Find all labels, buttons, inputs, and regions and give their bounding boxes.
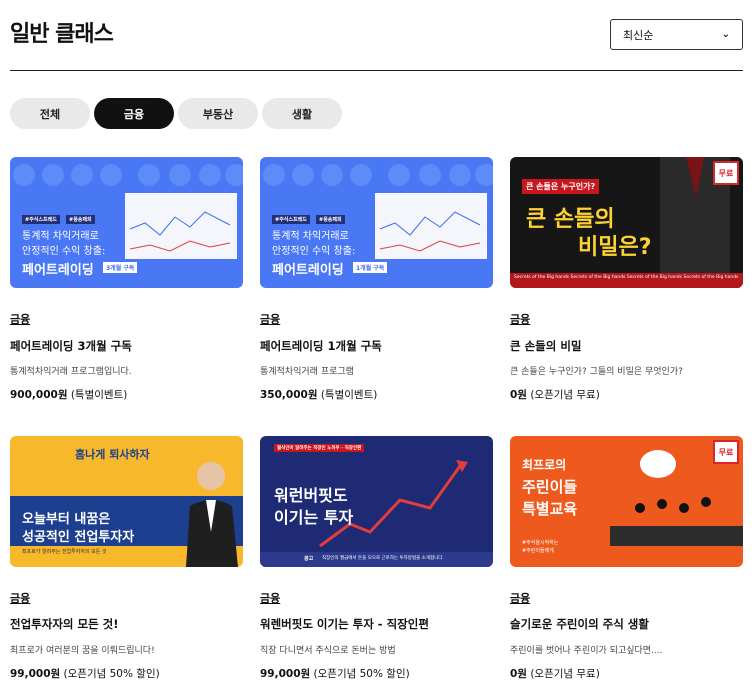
chevron-down-icon: ⌄ <box>721 29 730 40</box>
thumb-pill: 월식인이 알려주는 직장인 노하우 - 직장인편 <box>274 444 365 452</box>
card-title[interactable]: 슬기로운 주린이의 주식 생활 <box>510 616 649 632</box>
thumb-headline: 오늘부터 내꿈은 <box>22 512 111 527</box>
thumb-headline: 성공적인 전업투자자 <box>22 530 135 545</box>
price-value: 99,000원 <box>260 668 311 680</box>
card-title[interactable]: 워렌버핏도 이기는 투자 - 직장인편 <box>260 616 429 632</box>
class-card[interactable]: 월식인이 알려주는 직장인 노하우 - 직장인편 워런버핏도 이기는 투자 광고… <box>260 436 493 567</box>
thumb-badge: 3개월 구독 <box>103 262 138 273</box>
class-card[interactable]: #주식스프레드 #몽송패희 통계적 차익거래로 안정적인 수익 창출: 페어트레… <box>10 157 243 288</box>
thumb-tag: #주식을시작하는 <box>522 540 559 546</box>
class-card[interactable]: #주식스프레드 #몽송패희 통계적 차익거래로 안정적인 수익 창출: 페어트레… <box>260 157 493 288</box>
card-description: 통계적차익거래 프로그램 <box>260 367 354 377</box>
price-value: 900,000원 <box>10 389 68 401</box>
thumb-headline: 워런버핏도 <box>274 486 348 505</box>
price-note: (오픈기념 무료) <box>530 668 600 680</box>
free-badge: 무료 <box>713 161 739 185</box>
card-category[interactable]: 금융 <box>510 590 530 606</box>
class-card[interactable]: 큰 손들은 누구인가? 큰 손들의 비밀은? Secrets of the Bi… <box>510 157 743 288</box>
class-card[interactable]: 홈나게 퇴사하자 오늘부터 내꿈은 성공적인 전업투자자 최프로가 알려주는 전… <box>10 436 243 567</box>
thumb-badge: 1개월 구독 <box>353 262 388 273</box>
card-category[interactable]: 금융 <box>260 590 280 606</box>
thumb-top: 홈나게 퇴사하자 <box>75 448 150 461</box>
card-description: 직장 다니면서 주식으로 돈버는 방법 <box>260 646 396 656</box>
card-description: 최프로가 여러분의 꿈을 이뤄드립니다! <box>10 646 155 656</box>
class-thumbnail[interactable]: 홈나게 퇴사하자 오늘부터 내꿈은 성공적인 전업투자자 최프로가 알려주는 전… <box>10 436 243 567</box>
class-thumbnail[interactable]: #주식스프레드 #몽송패희 통계적 차익거래로 안정적인 수익 창출: 페어트레… <box>260 157 493 288</box>
thumb-headline: 최프로의 <box>522 458 567 472</box>
thumb-footer: 직장인의 월급에서 돈을 모으로 근로하는 투자방법을 소개합니다. <box>322 556 444 561</box>
price-value: 350,000원 <box>260 389 318 401</box>
category-tabs: 전체 금융 부동산 생활 <box>10 98 342 129</box>
price-value: 0원 <box>510 668 527 680</box>
class-card[interactable]: 최프로의 주린이들 특별교육 #주식을시작하는 #주린이들에게 무료 <box>510 436 743 567</box>
card-price: 0원 (오픈기념 무료) <box>510 387 600 402</box>
thumb-line: 안정적인 수익 창출: <box>272 246 356 257</box>
card-category[interactable]: 금융 <box>10 590 30 606</box>
card-title[interactable]: 페어트레이딩 3개월 구독 <box>10 338 132 354</box>
card-category[interactable]: 금융 <box>260 311 280 327</box>
card-description: 주린이를 벗어나 주린이가 되고싶다면.... <box>510 646 663 656</box>
thumb-headline: 이기는 투자 <box>274 508 354 527</box>
class-thumbnail[interactable]: 월식인이 알려주는 직장인 노하우 - 직장인편 워런버핏도 이기는 투자 광고… <box>260 436 493 567</box>
price-value: 0원 <box>510 389 527 401</box>
page-title: 일반 클래스 <box>10 22 114 47</box>
thumb-footer: Secrets of the Big hands Secrets of the … <box>514 275 739 280</box>
card-title[interactable]: 페어트레이딩 1개월 구독 <box>260 338 382 354</box>
thumb-headline: 주린이들 <box>522 478 578 496</box>
price-value: 99,000원 <box>10 668 61 680</box>
tab-life[interactable]: 생활 <box>262 98 342 129</box>
card-description: 큰 손들은 누구인가? 그들의 비밀은 무엇인가? <box>510 367 683 377</box>
thumb-headline: 비밀은? <box>578 235 652 260</box>
thumb-line: 통계적 차익거래로 <box>22 231 99 242</box>
thumb-footer: 최프로가 알려주는 전업투자자의 모든 것 <box>22 549 107 555</box>
price-note: (오픈기념 무료) <box>530 389 600 401</box>
card-category[interactable]: 금융 <box>10 311 30 327</box>
card-price: 99,000원 (오픈기념 50% 할인) <box>260 666 410 681</box>
tab-finance[interactable]: 금융 <box>94 98 174 129</box>
thumb-tag: #주린이들에게 <box>522 548 554 554</box>
thumb-tag: #주식스프레드 <box>272 215 310 224</box>
thumb-headline: 페어트레이딩 <box>22 263 94 278</box>
class-thumbnail[interactable]: 큰 손들은 누구인가? 큰 손들의 비밀은? Secrets of the Bi… <box>510 157 743 288</box>
card-price: 350,000원 (특별이벤트) <box>260 387 377 402</box>
thumb-tag: #주식스프레드 <box>22 215 60 224</box>
thumb-line: 안정적인 수익 창출: <box>22 246 106 257</box>
class-thumbnail[interactable]: #주식스프레드 #몽송패희 통계적 차익거래로 안정적인 수익 창출: 페어트레… <box>10 157 243 288</box>
header-divider <box>10 70 743 71</box>
price-note: (오픈기념 50% 할인) <box>63 668 160 680</box>
card-price: 900,000원 (특별이벤트) <box>10 387 127 402</box>
thumb-tag: #몽송패희 <box>316 215 345 224</box>
thumb-line: 통계적 차익거래로 <box>272 231 349 242</box>
thumb-headline: 페어트레이딩 <box>272 263 344 278</box>
card-title[interactable]: 전업투자자의 모든 것! <box>10 616 118 632</box>
price-note: (특별이벤트) <box>320 389 378 401</box>
card-title[interactable]: 큰 손들의 비밀 <box>510 338 582 354</box>
tab-all[interactable]: 전체 <box>10 98 90 129</box>
tab-real-estate[interactable]: 부동산 <box>178 98 258 129</box>
card-price: 99,000원 (오픈기념 50% 할인) <box>10 666 160 681</box>
card-description: 통계적차익거래 프로그램입니다. <box>10 367 132 377</box>
sort-selected-value: 최신순 <box>623 28 654 42</box>
thumb-tag: #몽송패희 <box>66 215 95 224</box>
thumb-footer-tag: 광고 <box>304 556 314 562</box>
thumb-question: 큰 손들은 누구인가? <box>522 179 600 194</box>
sort-select[interactable]: 최신순 ⌄ <box>610 19 743 50</box>
thumb-headline: 특별교육 <box>522 500 578 518</box>
card-category[interactable]: 금융 <box>510 311 530 327</box>
free-badge: 무료 <box>713 440 739 464</box>
price-note: (특별이벤트) <box>70 389 128 401</box>
class-thumbnail[interactable]: 최프로의 주린이들 특별교육 #주식을시작하는 #주린이들에게 무료 <box>510 436 743 567</box>
card-price: 0원 (오픈기념 무료) <box>510 666 600 681</box>
price-note: (오픈기념 50% 할인) <box>313 668 410 680</box>
